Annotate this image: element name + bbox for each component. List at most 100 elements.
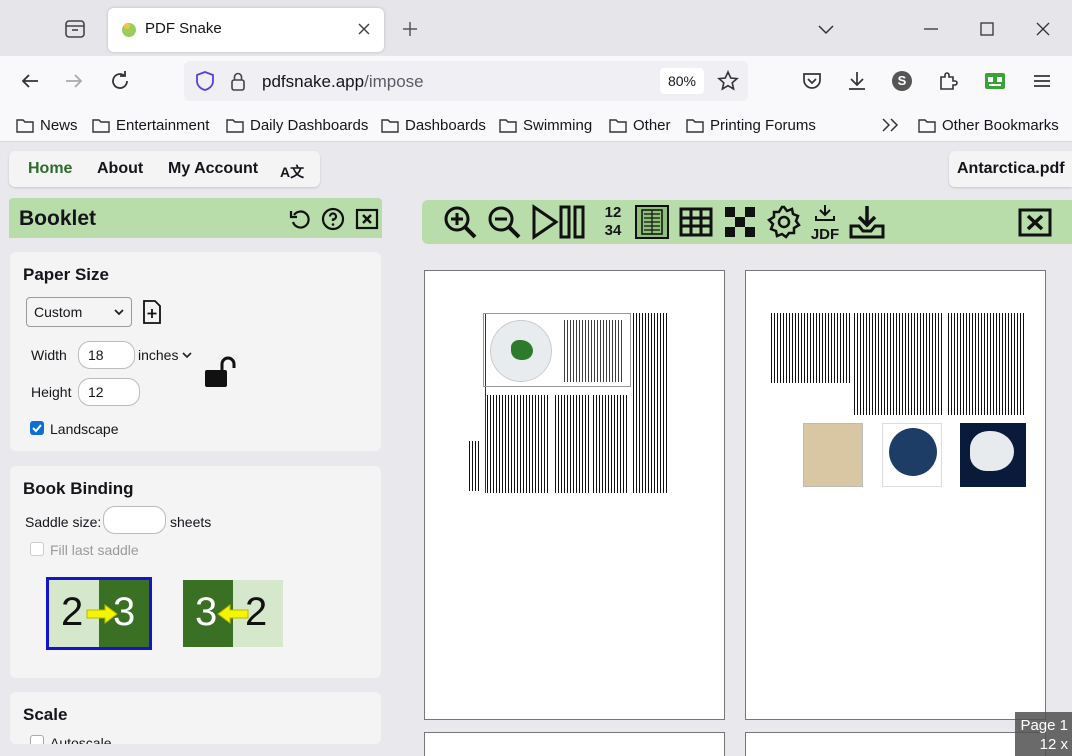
extension-robot-icon[interactable] bbox=[983, 69, 1007, 93]
help-icon[interactable] bbox=[321, 207, 345, 231]
paper-size-select[interactable]: Custom bbox=[26, 297, 132, 327]
bookmarks-overflow-chevron-icon[interactable] bbox=[880, 115, 900, 135]
units-chevron-down-icon[interactable] bbox=[182, 350, 192, 360]
autoscale-checkbox[interactable] bbox=[30, 735, 44, 744]
reset-undo-icon[interactable] bbox=[288, 207, 312, 231]
extensions-puzzle-icon[interactable] bbox=[936, 69, 960, 93]
bookmark-other[interactable]: Other bbox=[609, 115, 671, 135]
downloads-icon[interactable] bbox=[845, 69, 869, 93]
landscape-checkbox[interactable] bbox=[30, 421, 44, 435]
zoom-level-badge[interactable]: 80% bbox=[660, 68, 704, 94]
unlocked-aspect-lock-icon[interactable] bbox=[204, 356, 238, 390]
folder-icon bbox=[92, 118, 110, 133]
width-input[interactable]: 18 bbox=[78, 341, 135, 369]
file-name[interactable]: Antarctica.pdf bbox=[949, 151, 1072, 187]
bookmark-label: Printing Forums bbox=[710, 116, 816, 134]
language-switcher[interactable]: A文 bbox=[280, 162, 304, 182]
bookmark-printing-forums[interactable]: Printing Forums bbox=[686, 115, 816, 135]
folder-icon bbox=[16, 118, 34, 133]
bookmark-dashboards[interactable]: Dashboards bbox=[381, 115, 486, 135]
layout-bottom-digits: 34 bbox=[604, 222, 622, 239]
menu-hamburger-icon[interactable] bbox=[1030, 69, 1054, 93]
window-close-icon[interactable] bbox=[1032, 18, 1054, 40]
download-pdf-icon[interactable] bbox=[848, 204, 886, 240]
infobox bbox=[483, 313, 631, 387]
folder-icon bbox=[226, 118, 244, 133]
shield-icon[interactable] bbox=[194, 70, 216, 92]
bookmark-label: Swimming bbox=[523, 116, 593, 134]
jdf-download-button[interactable]: JDF bbox=[810, 204, 840, 243]
other-bookmarks-label: Other Bookmarks bbox=[942, 116, 1059, 134]
text-column bbox=[593, 395, 629, 493]
jdf-label: JDF bbox=[810, 226, 840, 243]
url-text[interactable]: pdfsnake.app/impose bbox=[262, 72, 424, 92]
lock-icon[interactable] bbox=[228, 70, 248, 92]
minimize-icon[interactable] bbox=[920, 18, 942, 40]
add-paper-size-icon[interactable] bbox=[141, 299, 163, 325]
url-bar[interactable]: pdfsnake.app/impose 80% bbox=[184, 61, 748, 101]
checkerboard-icon[interactable] bbox=[722, 204, 758, 240]
page-size: 12 x 18 bbox=[1039, 736, 1068, 756]
bookmark-swimming[interactable]: Swimming bbox=[499, 115, 592, 135]
snake-favicon-icon bbox=[120, 20, 138, 38]
bookmark-label: Other bbox=[633, 116, 671, 134]
width-label: Width bbox=[31, 347, 67, 363]
browser-tab[interactable]: PDF Snake bbox=[108, 8, 384, 52]
other-bookmarks[interactable]: Other Bookmarks bbox=[918, 115, 1059, 135]
page-heading bbox=[469, 441, 481, 491]
maximize-icon[interactable] bbox=[976, 18, 998, 40]
page-viewer[interactable] bbox=[400, 254, 1072, 756]
height-input[interactable]: 12 bbox=[78, 378, 140, 406]
zoom-in-icon[interactable] bbox=[442, 204, 478, 240]
profile-avatar[interactable]: S bbox=[890, 69, 914, 93]
play-pause-icon[interactable] bbox=[530, 204, 590, 240]
back-arrow-icon[interactable] bbox=[18, 69, 42, 93]
imposed-sheet-page-3 bbox=[424, 732, 725, 756]
antarctica-map-shape bbox=[511, 340, 533, 360]
sheets-label: sheets bbox=[170, 514, 212, 530]
page-order-layout-button[interactable]: 12 34 bbox=[600, 204, 626, 240]
paper-size-title: Paper Size bbox=[23, 265, 109, 284]
tab-list-icon[interactable] bbox=[60, 16, 90, 42]
imposed-sheet-page-4 bbox=[745, 732, 1046, 756]
grid-view-icon[interactable] bbox=[678, 204, 714, 240]
tab-overflow-chevron-icon[interactable] bbox=[815, 18, 837, 40]
layout-top-digits: 12 bbox=[604, 204, 622, 221]
book-binding-title: Book Binding bbox=[23, 479, 134, 498]
bookmark-star-icon[interactable] bbox=[716, 69, 740, 93]
reload-icon[interactable] bbox=[108, 69, 132, 93]
imposed-sheet-page-2 bbox=[745, 270, 1046, 720]
text-column bbox=[633, 313, 667, 493]
close-viewer-icon[interactable] bbox=[1018, 204, 1052, 240]
right-to-left-binding-option[interactable]: 3 2 bbox=[183, 580, 283, 647]
zoom-out-icon[interactable] bbox=[486, 204, 522, 240]
spine-view-icon[interactable] bbox=[634, 204, 670, 240]
settings-gear-icon[interactable] bbox=[766, 204, 802, 240]
fill-last-saddle-checkbox[interactable] bbox=[30, 542, 44, 556]
nav-my-account[interactable]: My Account bbox=[168, 160, 258, 178]
nav-home[interactable]: Home bbox=[28, 160, 72, 178]
units-select[interactable]: inches bbox=[138, 347, 178, 363]
nav-about[interactable]: About bbox=[97, 160, 143, 178]
text-column bbox=[487, 395, 515, 493]
bookmark-news[interactable]: News bbox=[16, 115, 78, 135]
scale-title: Scale bbox=[23, 705, 68, 724]
bookmark-daily-dashboards[interactable]: Daily Dashboards bbox=[226, 115, 368, 135]
bookmark-entertainment[interactable]: Entertainment bbox=[92, 115, 209, 135]
forward-arrow-icon[interactable] bbox=[62, 69, 86, 93]
close-panel-icon[interactable] bbox=[355, 207, 379, 231]
top-navigation: Home About My Account A文 bbox=[9, 151, 320, 187]
left-arrow-icon bbox=[217, 604, 249, 624]
new-tab-icon[interactable] bbox=[400, 19, 420, 39]
folder-icon bbox=[686, 118, 704, 133]
bookmark-label: Daily Dashboards bbox=[250, 116, 369, 134]
panel-title: Booklet bbox=[19, 207, 97, 230]
bookmark-label: Dashboards bbox=[405, 116, 486, 134]
tab-close-icon[interactable] bbox=[354, 19, 374, 39]
folder-icon bbox=[381, 118, 399, 133]
left-to-right-binding-option[interactable]: 2 3 bbox=[46, 577, 152, 650]
pocket-icon[interactable] bbox=[800, 69, 824, 93]
page-content-left bbox=[469, 313, 667, 493]
saddle-size-input[interactable] bbox=[103, 506, 166, 534]
url-path: /impose bbox=[364, 72, 424, 91]
